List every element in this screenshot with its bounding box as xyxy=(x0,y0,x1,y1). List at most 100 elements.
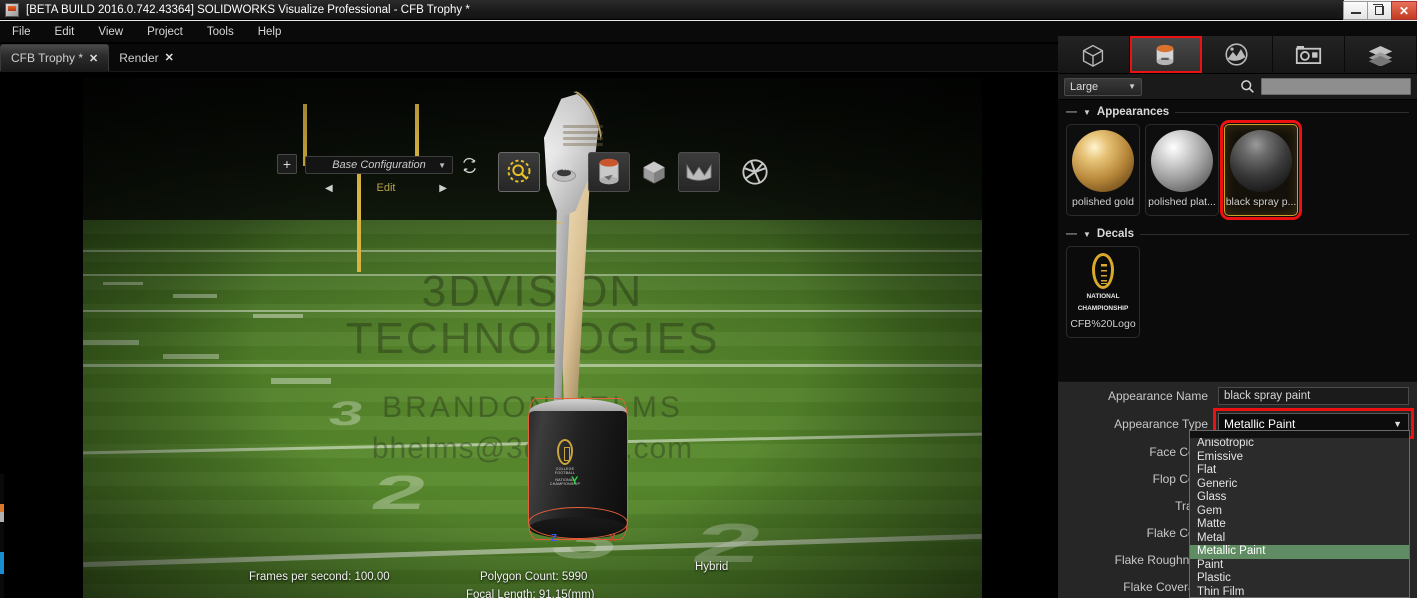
appearance-name-input[interactable]: black spray paint xyxy=(1218,386,1409,405)
maximize-button[interactable] xyxy=(1367,1,1391,20)
dropdown-option-plastic[interactable]: Plastic xyxy=(1190,572,1409,586)
appearance-type-dropdown-list[interactable]: Anisotropic Emissive Flat Generic Glass … xyxy=(1189,437,1410,598)
decal-label: CFB%20Logo xyxy=(1070,318,1136,331)
football-logo-icon xyxy=(557,439,573,465)
sphere-environment-icon xyxy=(1225,43,1249,66)
configuration-edit-nav: ◀ Edit ▶ xyxy=(325,179,447,197)
appearance-thumbnail xyxy=(1072,130,1134,192)
environment-tool-button[interactable] xyxy=(543,152,585,192)
decals-section-header[interactable]: — ▼ Decals xyxy=(1058,222,1417,242)
appearance-thumbnail xyxy=(1230,130,1292,192)
models-tab[interactable] xyxy=(1058,36,1130,73)
divider xyxy=(1175,111,1409,113)
tab-cfb-trophy[interactable]: CFB Trophy * ✕ xyxy=(0,44,110,71)
search-input[interactable] xyxy=(1261,78,1411,95)
panel-search-row: Large ▼ xyxy=(1058,74,1417,100)
dropdown-option-matte[interactable]: Matte xyxy=(1190,518,1409,532)
configuration-dropdown[interactable]: Base Configuration ▼ xyxy=(305,156,453,174)
appearance-item-polished-gold[interactable]: polished gold xyxy=(1066,124,1140,216)
dropdown-option-gem[interactable]: Gem xyxy=(1190,505,1409,519)
menu-item-project[interactable]: Project xyxy=(135,23,195,41)
dropdown-option-generic[interactable]: Generic xyxy=(1190,478,1409,492)
cylinder-appearance-icon xyxy=(1156,44,1174,65)
thumbnail-size-value: Large xyxy=(1070,80,1099,93)
menu-item-edit[interactable]: Edit xyxy=(43,23,87,41)
appearance-label: polished gold xyxy=(1072,196,1134,208)
title-bar: [BETA BUILD 2016.0.742.43364] SOLIDWORKS… xyxy=(0,0,1344,20)
next-arrow-icon[interactable]: ▶ xyxy=(439,183,447,194)
thumbnail-size-select[interactable]: Large ▼ xyxy=(1064,77,1142,96)
axis-y-label: Y xyxy=(571,475,579,487)
selection-tool-icon xyxy=(507,159,531,183)
axis-x-label: X xyxy=(609,533,616,544)
hud-mode: Hybrid xyxy=(695,561,729,573)
menu-item-help[interactable]: Help xyxy=(246,23,294,41)
environment-tool-icon xyxy=(552,162,576,182)
layers-tab[interactable] xyxy=(1345,36,1417,73)
model-tool-button[interactable] xyxy=(633,152,675,192)
aperture-tool-button[interactable] xyxy=(734,152,776,192)
chevron-down-icon: ▼ xyxy=(1393,418,1402,429)
football-logo-icon xyxy=(1092,253,1114,289)
cube-icon xyxy=(1083,44,1104,67)
camera-flip-tool-button[interactable] xyxy=(678,152,720,192)
property-label: Appearance Name xyxy=(1107,388,1208,403)
dropdown-option-glass[interactable]: Glass xyxy=(1190,491,1409,505)
dropdown-option-anisotropic[interactable]: Anisotropic xyxy=(1190,437,1409,451)
chevron-down-icon[interactable]: ▼ xyxy=(1083,108,1091,117)
dropdown-option-flat[interactable]: Flat xyxy=(1190,464,1409,478)
tab-close-icon[interactable]: ✕ xyxy=(165,51,174,64)
camera-flip-tool-icon xyxy=(686,164,712,181)
appearances-grid: polished gold polished plat... black spr… xyxy=(1058,120,1417,222)
section-title: Appearances xyxy=(1096,106,1170,118)
tab-close-icon[interactable]: ✕ xyxy=(89,52,98,65)
chevron-down-icon[interactable]: ▼ xyxy=(1083,230,1091,239)
dropdown-option-metallic-paint[interactable]: Metallic Paint xyxy=(1190,545,1409,559)
minimize-icon xyxy=(1350,12,1361,14)
tab-render[interactable]: Render ✕ xyxy=(109,44,184,71)
edit-label[interactable]: Edit xyxy=(377,182,396,194)
selection-tool-button[interactable] xyxy=(498,152,540,192)
appearance-item-polished-platinum[interactable]: polished plat... xyxy=(1145,124,1219,216)
add-configuration-button[interactable]: + xyxy=(277,154,297,174)
close-icon: ✕ xyxy=(1398,3,1410,18)
divider xyxy=(1140,233,1409,235)
left-edge-color-strip xyxy=(0,474,4,598)
dropdown-option-thin-film[interactable]: Thin Film xyxy=(1190,586,1409,598)
window-controls: ✕ xyxy=(1343,0,1417,21)
menu-item-view[interactable]: View xyxy=(86,23,135,41)
appearances-tab[interactable] xyxy=(1129,36,1202,73)
aperture-tool-icon xyxy=(742,159,768,185)
tab-label: CFB Trophy * xyxy=(11,51,84,65)
refresh-configuration-button[interactable] xyxy=(459,155,479,175)
tab-label: Render xyxy=(119,50,159,65)
hud-polygons: Polygon Count: 5990 xyxy=(480,571,588,583)
axis-z-label: Z xyxy=(551,533,558,544)
decal-item-cfb-logo[interactable]: NATIONAL CHAMPIONSHIP CFB%20Logo xyxy=(1066,246,1140,338)
hud-focal: Focal Length: 91.15(mm) xyxy=(466,589,595,598)
cameras-tab[interactable] xyxy=(1273,36,1346,73)
menu-item-tools[interactable]: Tools xyxy=(195,23,246,41)
camera-icon xyxy=(1296,45,1322,64)
appearance-item-black-spray-paint[interactable]: black spray p... xyxy=(1220,120,1302,220)
collapse-minus-icon[interactable]: — xyxy=(1066,106,1077,118)
close-button[interactable]: ✕ xyxy=(1391,1,1417,20)
dropdown-option-paint[interactable]: Paint xyxy=(1190,559,1409,573)
dropdown-option-emissive[interactable]: Emissive xyxy=(1190,451,1409,465)
appearance-tool-button[interactable] xyxy=(588,152,630,192)
appearances-section-header[interactable]: — ▼ Appearances xyxy=(1058,100,1417,120)
menu-item-file[interactable]: File xyxy=(0,23,43,41)
prev-arrow-icon[interactable]: ◀ xyxy=(325,183,333,194)
window-title: [BETA BUILD 2016.0.742.43364] SOLIDWORKS… xyxy=(26,3,470,16)
minimize-button[interactable] xyxy=(1343,1,1367,20)
appearance-thumbnail xyxy=(1151,130,1213,192)
environments-tab[interactable] xyxy=(1201,36,1274,73)
app-icon xyxy=(5,2,19,17)
dropdown-option-metal[interactable]: Metal xyxy=(1190,532,1409,546)
decals-grid: NATIONAL CHAMPIONSHIP CFB%20Logo xyxy=(1058,242,1417,344)
viewport[interactable]: 3 2 3 2 3DVISION TECHNOLOGIES BRANDON HE… xyxy=(0,72,1058,598)
search-icon[interactable] xyxy=(1240,79,1255,94)
collapse-minus-icon[interactable]: — xyxy=(1066,228,1077,240)
dropdown-top-edge xyxy=(1189,430,1410,438)
stack-layers-icon xyxy=(1368,45,1393,66)
